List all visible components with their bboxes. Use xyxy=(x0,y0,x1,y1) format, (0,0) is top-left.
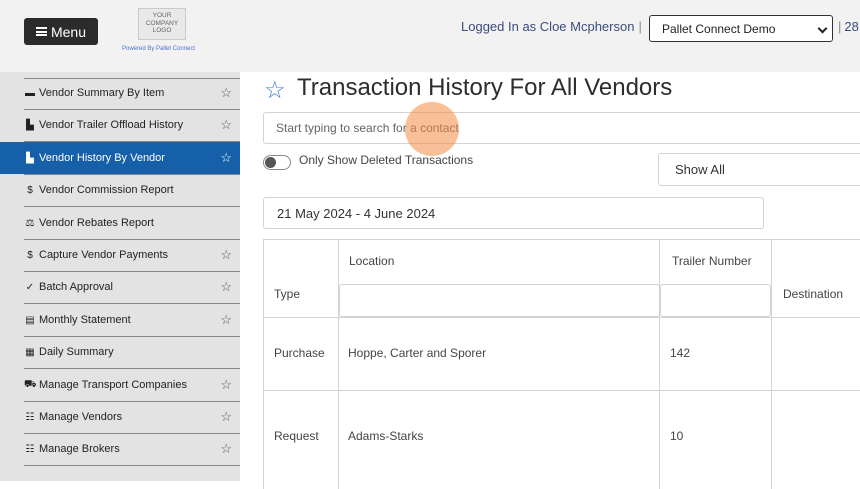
date-range-input[interactable]: 21 May 2024 - 4 June 2024 xyxy=(263,197,764,229)
favorite-star-icon[interactable]: ☆ xyxy=(220,441,232,457)
sidebar-item[interactable]: ☷ Manage Brokers ☆ xyxy=(0,433,240,465)
show-filter-select[interactable]: Show All xyxy=(658,153,860,186)
table-col-divider xyxy=(659,239,660,489)
chevron-down-icon xyxy=(817,23,828,34)
deleted-transactions-toggle[interactable] xyxy=(263,155,291,170)
sidebar-item[interactable]: $ Vendor Commission Report xyxy=(0,174,240,206)
main-content: ☆ Transaction History For All Vendors On… xyxy=(240,72,860,489)
top-header: Menu YOUR COMPANY LOGO Powered By Pallet… xyxy=(0,0,860,72)
sidebar-item[interactable]: ⚖ Vendor Rebates Report xyxy=(0,207,240,239)
sidebar-item[interactable]: ✓ Batch Approval ☆ xyxy=(0,271,240,303)
table-cell-type: Request xyxy=(274,429,319,443)
favorite-star-icon[interactable]: ☆ xyxy=(220,85,232,101)
table-cell-trailer: 10 xyxy=(670,429,684,443)
cursor-highlight xyxy=(405,102,459,156)
sidebar-item-label: Manage Transport Companies xyxy=(39,379,187,391)
header-separator: | xyxy=(638,19,642,34)
sidebar-item[interactable]: ▙ Vendor History By Vendor ☆ xyxy=(0,142,240,174)
toggle-label: Only Show Deleted Transactions xyxy=(299,153,474,167)
logged-in-status: Logged In as Cloe Mcpherson | xyxy=(461,19,642,34)
toggle-knob xyxy=(265,157,276,168)
sidebar-divider xyxy=(24,465,240,466)
sidebar-item-label: Manage Vendors xyxy=(39,411,123,423)
sidebar-item[interactable]: $ Capture Vendor Payments ☆ xyxy=(0,239,240,271)
statement-icon: ▤ xyxy=(25,314,35,326)
column-header-destination[interactable]: Destination xyxy=(783,287,843,301)
organization-select-value: Pallet Connect Demo xyxy=(662,21,776,36)
menu-button-label: Menu xyxy=(50,23,87,40)
location-filter-input[interactable] xyxy=(339,284,660,317)
sidebar-divider xyxy=(24,78,240,79)
sidebar-item-label: Batch Approval xyxy=(39,281,113,293)
check-icon: ✓ xyxy=(25,281,35,293)
header-extra-text[interactable]: 28 xyxy=(844,19,858,34)
logged-in-text[interactable]: Logged In as Cloe Mcpherson xyxy=(461,19,634,34)
barcode-icon: ▬ xyxy=(25,87,35,99)
favorite-star-icon[interactable]: ☆ xyxy=(220,117,232,133)
dollar-icon: $ xyxy=(27,184,33,196)
favorite-star-icon[interactable]: ☆ xyxy=(220,409,232,425)
sidebar-item-label: Monthly Statement xyxy=(39,314,131,326)
balance-icon: ⚖ xyxy=(25,217,35,229)
column-header-type[interactable]: Type xyxy=(274,287,300,301)
column-header-location[interactable]: Location xyxy=(349,254,394,268)
table-cell-trailer: 142 xyxy=(670,346,691,360)
company-logo[interactable]: YOUR COMPANY LOGO xyxy=(138,8,186,40)
sidebar-item-label: Vendor Rebates Report xyxy=(39,217,154,229)
truck-icon: ⛟ xyxy=(24,378,37,390)
sidebar-item-label: Vendor History By Vendor xyxy=(39,152,165,164)
sidebar-item-label: Daily Summary xyxy=(39,346,114,358)
table-col-divider xyxy=(771,239,772,489)
date-range-value: 21 May 2024 - 4 June 2024 xyxy=(277,205,436,221)
sidebar-item-label: Vendor Trailer Offload History xyxy=(39,119,184,131)
contact-search-input[interactable] xyxy=(263,112,860,144)
sidebar-item[interactable]: ☷ Manage Vendors ☆ xyxy=(0,401,240,433)
calendar-icon: ▦ xyxy=(25,346,35,358)
page-title: Transaction History For All Vendors xyxy=(297,74,673,101)
sidebar-item[interactable]: ▬ Vendor Summary By Item ☆ xyxy=(0,77,240,109)
hamburger-icon xyxy=(35,27,47,36)
sidebar-item-label: Manage Brokers xyxy=(39,443,120,455)
sidebar-item[interactable]: ⛟ Manage Transport Companies ☆ xyxy=(0,369,240,401)
users-icon: ☷ xyxy=(25,443,35,455)
favorite-star-icon[interactable]: ☆ xyxy=(220,312,232,328)
sidebar-item[interactable]: ▦ Daily Summary xyxy=(0,336,240,368)
sidebar-item-label: Vendor Commission Report xyxy=(39,184,174,196)
table-cell-location: Adams-Starks xyxy=(348,429,424,443)
table-cell-location: Hoppe, Carter and Sporer xyxy=(348,346,487,360)
transactions-table: Type Location Trailer Number Destination… xyxy=(263,239,860,489)
sidebar: ▬ Vendor Summary By Item ☆ ▙ Vendor Trailer … xyxy=(0,72,240,481)
table-col-divider xyxy=(338,239,339,489)
column-header-trailer[interactable]: Trailer Number xyxy=(672,254,752,268)
favorite-star-icon[interactable]: ☆ xyxy=(264,76,286,105)
sidebar-item[interactable]: ▙ Vendor Trailer Offload History ☆ xyxy=(0,109,240,141)
dollar-icon: $ xyxy=(27,249,33,261)
favorite-star-icon[interactable]: ☆ xyxy=(220,377,232,393)
chart-icon: ▙ xyxy=(26,119,34,131)
sidebar-item[interactable]: ▤ Monthly Statement ☆ xyxy=(0,304,240,336)
header-separator-2: | xyxy=(838,19,842,34)
users-icon: ☷ xyxy=(25,411,35,423)
header-extra: | 28 xyxy=(838,19,859,34)
chart-icon: ▙ xyxy=(26,152,34,164)
show-filter-value: Show All xyxy=(675,162,725,177)
favorite-star-icon[interactable]: ☆ xyxy=(220,247,232,263)
organization-select[interactable]: Pallet Connect Demo xyxy=(649,15,833,42)
sidebar-item-label: Capture Vendor Payments xyxy=(39,249,169,261)
favorite-star-icon[interactable]: ☆ xyxy=(220,150,232,166)
sidebar-item-label: Vendor Summary By Item xyxy=(39,87,165,99)
favorite-star-icon[interactable]: ☆ xyxy=(220,279,232,295)
trailer-filter-input[interactable] xyxy=(660,284,771,317)
powered-by-text: Powered By Pallet Connect xyxy=(122,46,196,52)
menu-button[interactable]: Menu xyxy=(24,18,98,45)
table-cell-type: Purchase xyxy=(274,346,325,360)
